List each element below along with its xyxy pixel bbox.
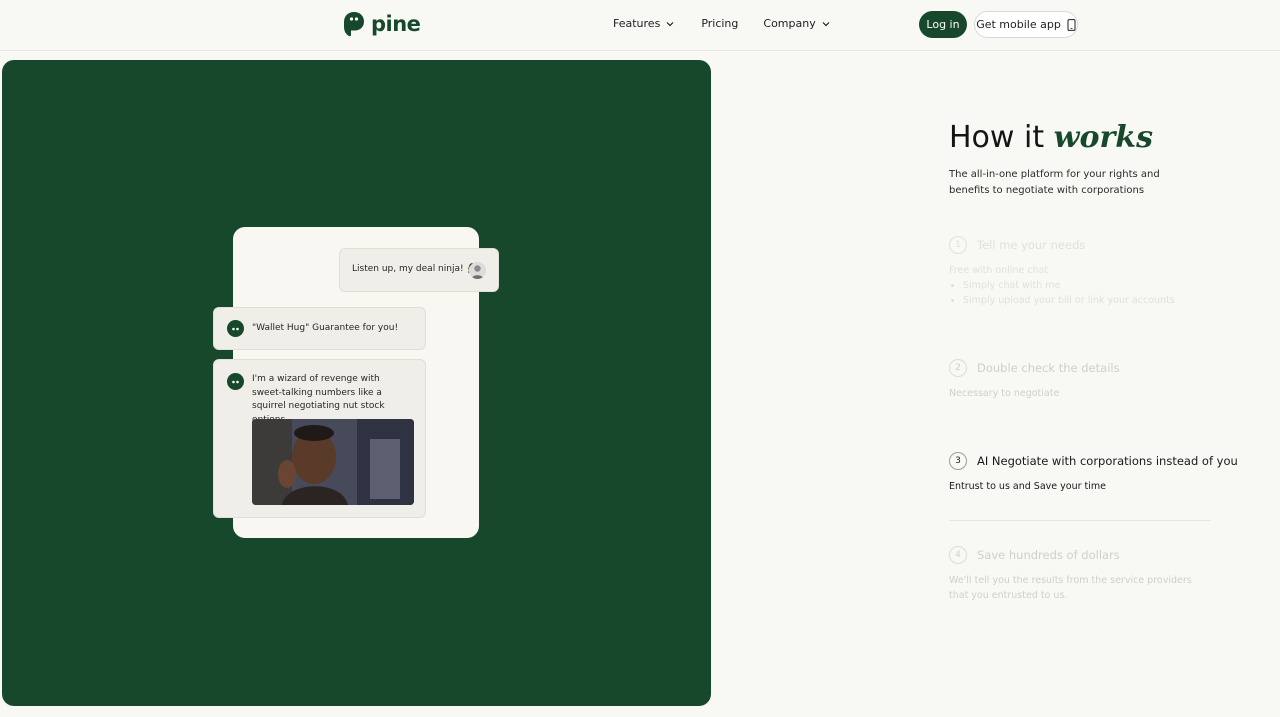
chevron-down-icon	[822, 21, 830, 26]
pine-logo-icon	[344, 12, 364, 37]
nav-features-label: Features	[613, 17, 661, 30]
main-nav: Features Pricing Company	[613, 17, 831, 30]
step-description: We'll tell you the results from the serv…	[949, 575, 1192, 601]
how-it-works-title: How it works	[949, 120, 1153, 155]
nav-company-label: Company	[763, 17, 816, 30]
step-title: Tell me your needs	[977, 238, 1086, 252]
step-title: Save hundreds of dollars	[977, 548, 1120, 562]
user-avatar	[469, 262, 486, 279]
mobile-phone-icon	[1067, 18, 1076, 31]
bot-message: "Wallet Hug" Guarantee for you!	[252, 322, 399, 333]
nav-company[interactable]: Company	[763, 17, 830, 30]
bot-message: I'm a wizard of revenge with sweet-talki…	[252, 374, 385, 425]
step-4[interactable]: 4 Save hundreds of dollars We'll tell yo…	[949, 546, 1211, 603]
step-description: Entrust to us and Save your time	[949, 481, 1106, 492]
pine-bot-avatar-icon	[227, 373, 244, 390]
step-number: 4	[949, 546, 967, 564]
get-mobile-app-label: Get mobile app	[976, 18, 1061, 31]
step-bullet: Simply upload your bill or link your acc…	[963, 293, 1211, 308]
step-title: AI Negotiate with corporations instead o…	[977, 454, 1238, 468]
step-number: 2	[949, 359, 967, 377]
title-plain: How it	[949, 120, 1045, 155]
chevron-down-icon	[666, 21, 674, 26]
brand-name: pine	[371, 12, 421, 36]
bot-chat-bubble: I'm a wizard of revenge with sweet-talki…	[213, 359, 426, 518]
site-header: pine Features Pricing Company Log in Get…	[0, 0, 1280, 51]
nav-features[interactable]: Features	[613, 17, 675, 30]
title-emphasis: works	[1053, 120, 1153, 155]
nav-pricing[interactable]: Pricing	[701, 17, 738, 30]
step-2[interactable]: 2 Double check the details Necessary to …	[949, 359, 1211, 401]
nav-pricing-label: Pricing	[701, 17, 739, 30]
step-1[interactable]: 1 Tell me your needs Free with online ch…	[949, 236, 1211, 308]
step-description: Necessary to negotiate	[949, 388, 1060, 399]
bot-chat-bubble: "Wallet Hug" Guarantee for you!	[213, 307, 426, 350]
how-it-works-subtitle: The all-in-one platform for your rights …	[949, 169, 1160, 196]
step-number: 1	[949, 236, 967, 254]
step-3[interactable]: 3 AI Negotiate with corporations instead…	[949, 452, 1238, 494]
user-message: Listen up, my deal ninja! 🥷	[352, 264, 478, 275]
user-chat-bubble: Listen up, my deal ninja! 🥷	[339, 248, 499, 292]
get-mobile-app-button[interactable]: Get mobile app	[974, 11, 1078, 38]
step-description: Free with online chat	[949, 265, 1049, 276]
step-number: 3	[949, 452, 967, 470]
step-bullet: Simply chat with me	[963, 278, 1211, 293]
pine-bot-avatar-icon	[227, 320, 244, 337]
pine-logo[interactable]: pine	[343, 11, 421, 37]
step-title: Double check the details	[977, 361, 1120, 375]
step-bullet-list: Simply chat with me Simply upload your b…	[949, 278, 1211, 308]
login-button[interactable]: Log in	[919, 11, 967, 38]
meme-image	[252, 419, 414, 505]
step-divider	[949, 520, 1211, 521]
